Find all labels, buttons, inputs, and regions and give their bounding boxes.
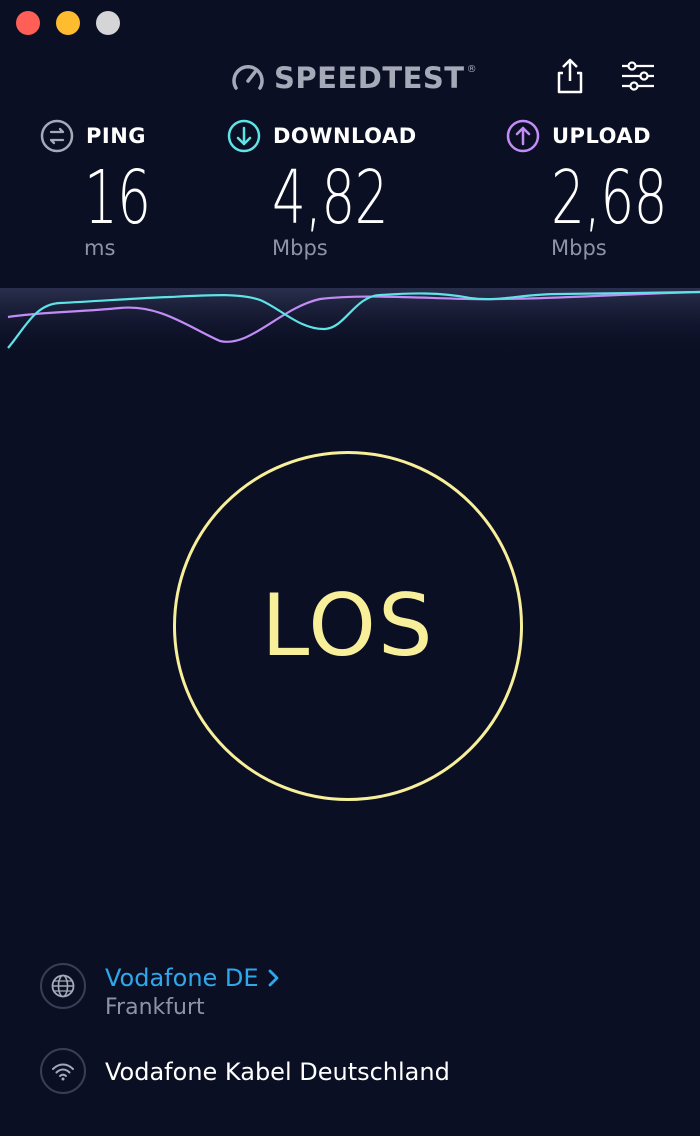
ping-metric: PING 16 ms (40, 118, 151, 260)
share-icon (557, 58, 583, 94)
speedtest-window: SPEEDTEST ® PING 16 ms DOWNLOAD 4,82 Mbp… (0, 0, 700, 1136)
server-location: Frankfurt (105, 995, 205, 1020)
server-info: Vodafone DE Frankfurt (40, 963, 281, 1023)
window-minimize-button[interactable] (56, 11, 80, 35)
isp-name: Vodafone Kabel Deutschland (105, 1058, 450, 1086)
logo-text: SPEEDTEST (274, 61, 465, 95)
ping-unit: ms (84, 236, 116, 260)
globe-icon-circle (40, 963, 86, 1009)
ping-icon (40, 119, 74, 153)
wifi-icon-circle (40, 1048, 86, 1094)
upload-unit: Mbps (551, 236, 607, 260)
share-button[interactable] (550, 56, 590, 96)
download-metric: DOWNLOAD 4,82 Mbps (227, 118, 417, 260)
speed-graph (0, 268, 700, 358)
logo-trademark: ® (466, 64, 477, 75)
speedtest-logo: SPEEDTEST ® (230, 58, 477, 98)
window-close-button[interactable] (16, 11, 40, 35)
upload-metric: UPLOAD 2,68 Mbps (506, 118, 667, 260)
download-unit: Mbps (272, 236, 328, 260)
speedometer-icon (232, 65, 264, 90)
chevron-right-icon (268, 969, 278, 987)
settings-button[interactable] (618, 56, 658, 96)
upload-arrow-icon (506, 119, 540, 153)
download-value: 4,82 (272, 155, 388, 241)
wifi-icon (52, 1063, 74, 1081)
globe-icon (51, 974, 75, 998)
isp-info: Vodafone Kabel Deutschland (40, 1048, 450, 1096)
ping-value: 16 (84, 155, 151, 241)
server-name: Vodafone DE (105, 964, 259, 992)
start-test-label: LOS (261, 576, 435, 676)
window-zoom-button[interactable] (96, 11, 120, 35)
download-arrow-icon (227, 119, 261, 153)
upload-label: UPLOAD (552, 124, 652, 148)
ping-label: PING (86, 124, 147, 148)
download-label: DOWNLOAD (273, 124, 417, 148)
server-selector[interactable]: Vodafone DE (105, 963, 281, 993)
upload-value: 2,68 (551, 155, 667, 241)
start-test-button[interactable]: LOS (173, 451, 523, 801)
graph-area (0, 288, 700, 358)
settings-sliders-icon (622, 61, 654, 91)
